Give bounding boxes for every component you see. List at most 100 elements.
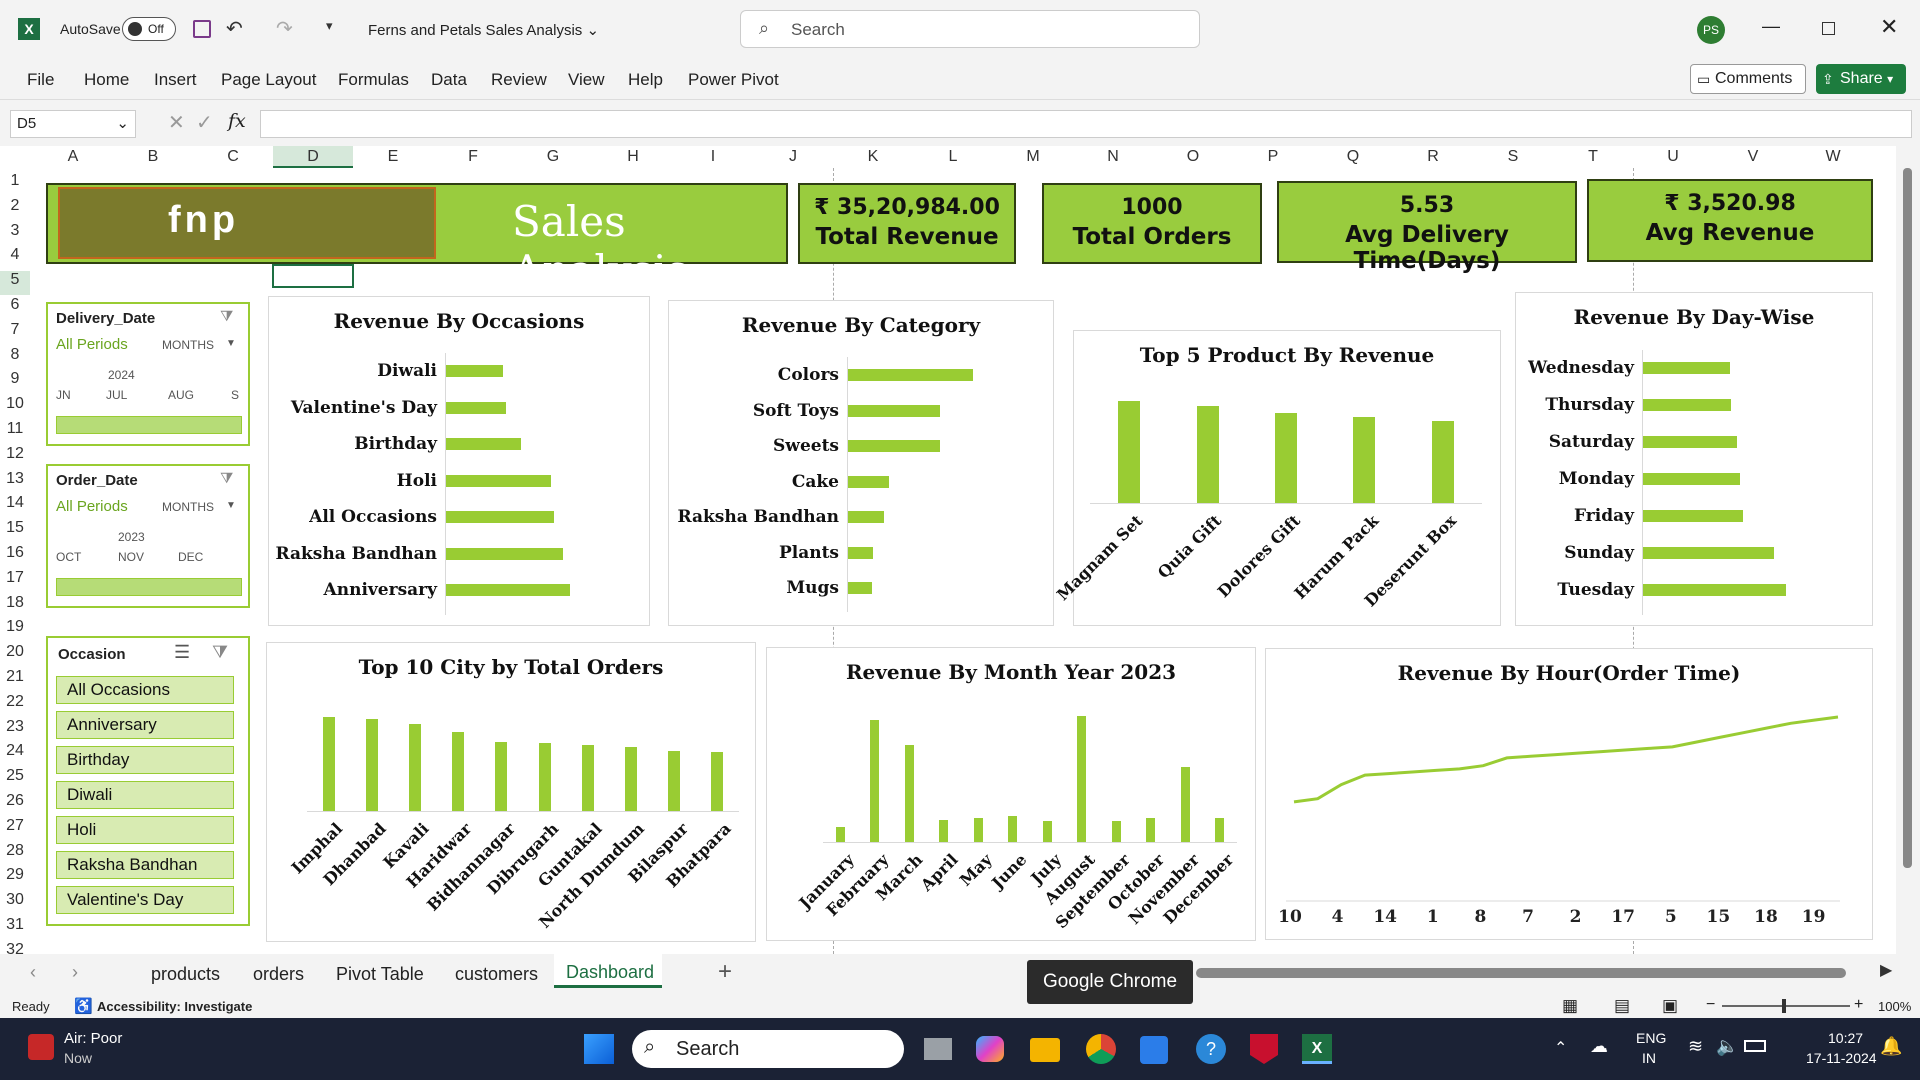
redo-icon[interactable]: ↷ bbox=[276, 16, 293, 41]
occasion-slicer[interactable]: Occasion ☰ ⧩ All Occasions Anniversary B… bbox=[46, 636, 250, 926]
customize-toolbar-icon[interactable]: ▾ bbox=[326, 18, 333, 34]
file-title[interactable]: Ferns and Petals Sales Analysis ⌄ bbox=[368, 21, 599, 39]
slicer-item[interactable]: All Occasions bbox=[56, 676, 234, 704]
formula-input[interactable] bbox=[260, 110, 1912, 138]
row-header[interactable]: 13 bbox=[0, 470, 30, 494]
chart-top5-product[interactable]: Top 5 Product By Revenue Magnam Set Quia G… bbox=[1053, 330, 1501, 626]
row-header[interactable]: 7 bbox=[0, 321, 30, 345]
volume-icon[interactable]: 🔈 bbox=[1716, 1036, 1738, 1057]
slicer-item[interactable]: Holi bbox=[56, 816, 234, 844]
autosave-toggle[interactable]: Off bbox=[122, 17, 176, 41]
clear-filter-icon[interactable]: ⧩ bbox=[220, 470, 233, 487]
column-header[interactable]: L bbox=[913, 146, 993, 168]
column-header[interactable]: O bbox=[1153, 146, 1233, 168]
zoom-level[interactable]: 100% bbox=[1878, 999, 1911, 1014]
column-header[interactable]: M bbox=[993, 146, 1073, 168]
column-header[interactable]: A bbox=[33, 146, 113, 168]
air-quality-icon[interactable] bbox=[28, 1034, 54, 1060]
chart-revenue-by-occasions[interactable]: Revenue By Occasions Diwali Valentine's Da… bbox=[268, 296, 650, 626]
page-break-icon[interactable]: ▣ bbox=[1662, 996, 1678, 1016]
row-header[interactable]: 30 bbox=[0, 891, 30, 915]
row-header[interactable]: 28 bbox=[0, 842, 30, 866]
comments-button[interactable]: ▭ Comments bbox=[1690, 64, 1806, 94]
taskbar-search[interactable]: ⌕ Search bbox=[632, 1030, 904, 1068]
row-header[interactable]: 29 bbox=[0, 866, 30, 890]
search-input[interactable]: ⌕ Search bbox=[740, 10, 1200, 48]
timeline-unit-dropdown[interactable]: MONTHS bbox=[162, 338, 214, 352]
row-header[interactable]: 18 bbox=[0, 594, 30, 618]
normal-view-icon[interactable]: ▦ bbox=[1562, 996, 1578, 1016]
menu-home[interactable]: Home bbox=[84, 70, 129, 90]
air-quality-title[interactable]: Air: Poor bbox=[64, 1030, 122, 1047]
column-header[interactable]: F bbox=[433, 146, 513, 168]
column-header[interactable]: Q bbox=[1313, 146, 1393, 168]
row-header[interactable]: 32 bbox=[0, 941, 30, 954]
row-header[interactable]: 4 bbox=[0, 246, 30, 270]
menu-power-pivot[interactable]: Power Pivot bbox=[688, 70, 779, 90]
row-header[interactable]: 15 bbox=[0, 519, 30, 543]
chart-revenue-by-day[interactable]: Revenue By Day-Wise Wednesday Thursday Satu… bbox=[1515, 292, 1873, 626]
chevron-up-icon[interactable]: ⌃ bbox=[1554, 1038, 1567, 1058]
windows-start-icon[interactable] bbox=[584, 1034, 614, 1064]
timeline-bar[interactable] bbox=[56, 578, 242, 596]
copilot-icon[interactable] bbox=[976, 1036, 1004, 1062]
row-header[interactable]: 27 bbox=[0, 817, 30, 841]
slicer-item[interactable]: Raksha Bandhan bbox=[56, 851, 234, 879]
column-header[interactable]: S bbox=[1473, 146, 1553, 168]
onedrive-icon[interactable]: ☁ bbox=[1590, 1036, 1608, 1057]
row-header[interactable]: 17 bbox=[0, 569, 30, 593]
selected-cell-d5[interactable] bbox=[272, 264, 354, 288]
menu-page-layout[interactable]: Page Layout bbox=[221, 70, 316, 90]
column-header[interactable]: D bbox=[273, 146, 353, 168]
menu-data[interactable]: Data bbox=[431, 70, 467, 90]
row-header[interactable]: 9 bbox=[0, 370, 30, 394]
zoom-slider[interactable] bbox=[1722, 1005, 1850, 1007]
scroll-right-icon[interactable]: › bbox=[72, 962, 78, 983]
tab-customers[interactable]: customers bbox=[455, 964, 538, 985]
delivery-date-timeline[interactable]: Delivery_Date ⧩ All Periods MONTHS ▼ 202… bbox=[46, 302, 250, 446]
slicer-item[interactable]: Anniversary bbox=[56, 711, 234, 739]
column-header[interactable]: E bbox=[353, 146, 433, 168]
menu-help[interactable]: Help bbox=[628, 70, 663, 90]
tab-products[interactable]: products bbox=[151, 964, 220, 985]
excel-icon[interactable]: X bbox=[18, 18, 40, 40]
row-header[interactable]: 5 bbox=[0, 271, 30, 296]
clear-filter-icon[interactable]: ⧩ bbox=[220, 308, 233, 325]
scroll-right-icon[interactable]: ▶ bbox=[1880, 960, 1892, 980]
avatar[interactable]: PS bbox=[1697, 16, 1725, 44]
row-header[interactable]: 10 bbox=[0, 395, 30, 419]
chart-revenue-by-category[interactable]: Revenue By Category Colors Soft Toys Sweets… bbox=[668, 300, 1054, 626]
slicer-item[interactable]: Diwali bbox=[56, 781, 234, 809]
wifi-icon[interactable]: ≋ bbox=[1688, 1036, 1703, 1057]
menu-insert[interactable]: Insert bbox=[154, 70, 197, 90]
column-header[interactable]: W bbox=[1793, 146, 1873, 168]
minimize-icon[interactable]: — bbox=[1762, 16, 1780, 37]
battery-icon[interactable] bbox=[1744, 1040, 1766, 1052]
row-header[interactable]: 1 bbox=[0, 172, 30, 196]
row-header[interactable]: 11 bbox=[0, 420, 30, 444]
tab-pivot-table[interactable]: Pivot Table bbox=[336, 964, 424, 985]
function-icon[interactable]: fx bbox=[228, 110, 246, 132]
store-icon[interactable] bbox=[1140, 1036, 1168, 1064]
row-header[interactable]: 21 bbox=[0, 668, 30, 692]
scroll-left-icon[interactable]: ‹ bbox=[30, 962, 36, 983]
menu-file[interactable]: File bbox=[27, 70, 54, 90]
accessibility-status[interactable]: Accessibility: Investigate bbox=[97, 999, 252, 1014]
add-sheet-icon[interactable]: + bbox=[718, 958, 732, 986]
zoom-out-icon[interactable]: − bbox=[1706, 996, 1715, 1014]
restore-icon[interactable] bbox=[1822, 22, 1835, 35]
mcafee-icon[interactable] bbox=[1250, 1034, 1278, 1064]
order-date-timeline[interactable]: Order_Date ⧩ All Periods MONTHS ▼ 2023 O… bbox=[46, 464, 250, 608]
chrome-icon[interactable] bbox=[1086, 1034, 1116, 1064]
row-header[interactable]: 19 bbox=[0, 618, 30, 642]
menu-formulas[interactable]: Formulas bbox=[338, 70, 409, 90]
column-header[interactable]: P bbox=[1233, 146, 1313, 168]
menu-view[interactable]: View bbox=[568, 70, 605, 90]
column-header[interactable]: G bbox=[513, 146, 593, 168]
column-header[interactable]: V bbox=[1713, 146, 1793, 168]
worksheet[interactable]: ABCDEFGHIJKLMNOPQRSTUVW 1 2 3 4 5 6 7 8 9 10 11 12 1… bbox=[0, 146, 1920, 954]
column-header[interactable]: C bbox=[193, 146, 273, 168]
task-view-icon[interactable] bbox=[924, 1038, 952, 1060]
row-header[interactable]: 26 bbox=[0, 792, 30, 816]
timeline-bar[interactable] bbox=[56, 416, 242, 434]
